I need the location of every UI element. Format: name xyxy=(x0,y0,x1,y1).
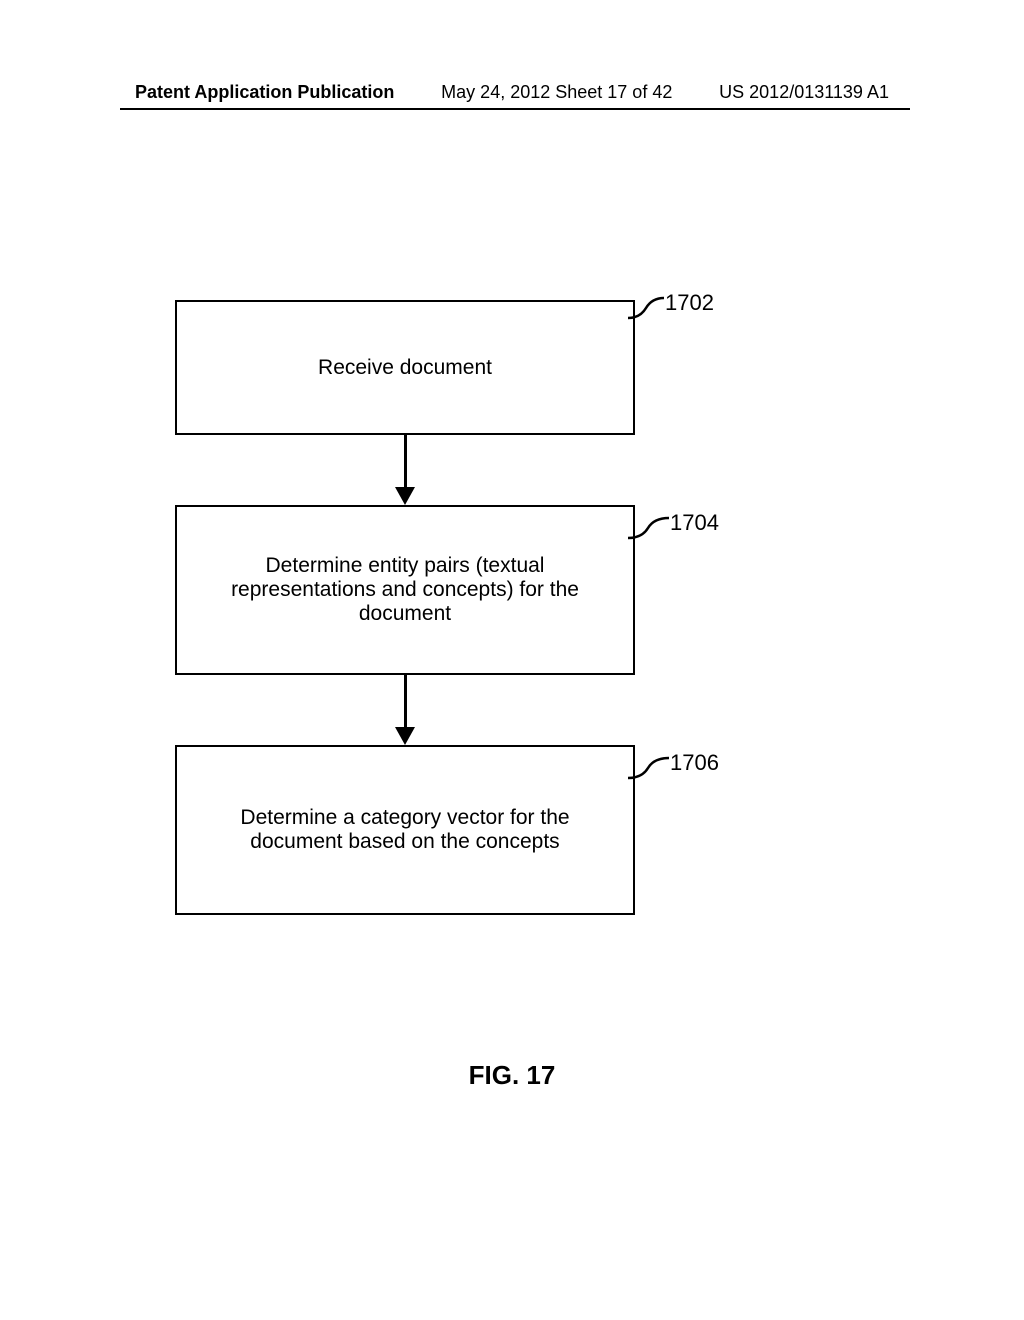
arrow-head-icon xyxy=(395,487,415,505)
flowchart: Receive document Determine entity pairs … xyxy=(165,300,730,915)
box2-text: Determine entity pairs (textual represen… xyxy=(207,554,603,626)
flowchart-box-entity-pairs: Determine entity pairs (textual represen… xyxy=(175,505,635,675)
header-date-sheet: May 24, 2012 Sheet 17 of 42 xyxy=(441,82,672,103)
ref-label-1704: 1704 xyxy=(670,510,719,536)
ref-label-1706: 1706 xyxy=(670,750,719,776)
header-patent-number: US 2012/0131139 A1 xyxy=(719,82,889,103)
header-publication: Patent Application Publication xyxy=(135,82,394,103)
arrow-line xyxy=(404,435,407,487)
flowchart-box-receive: Receive document xyxy=(175,300,635,435)
arrow-line xyxy=(404,675,407,727)
ref-connector-1702 xyxy=(628,296,668,326)
arrow-1-2 xyxy=(175,435,635,505)
page-header: Patent Application Publication May 24, 2… xyxy=(0,82,1024,103)
figure-label: FIG. 17 xyxy=(0,1060,1024,1091)
header-divider xyxy=(120,108,910,110)
ref-connector-1704 xyxy=(628,516,673,546)
ref-label-1702: 1702 xyxy=(665,290,714,316)
box1-text: Receive document xyxy=(318,356,492,380)
arrow-2-3 xyxy=(175,675,635,745)
arrow-head-icon xyxy=(395,727,415,745)
flowchart-box-category-vector: Determine a category vector for the docu… xyxy=(175,745,635,915)
ref-connector-1706 xyxy=(628,756,673,786)
box3-text: Determine a category vector for the docu… xyxy=(207,806,603,854)
